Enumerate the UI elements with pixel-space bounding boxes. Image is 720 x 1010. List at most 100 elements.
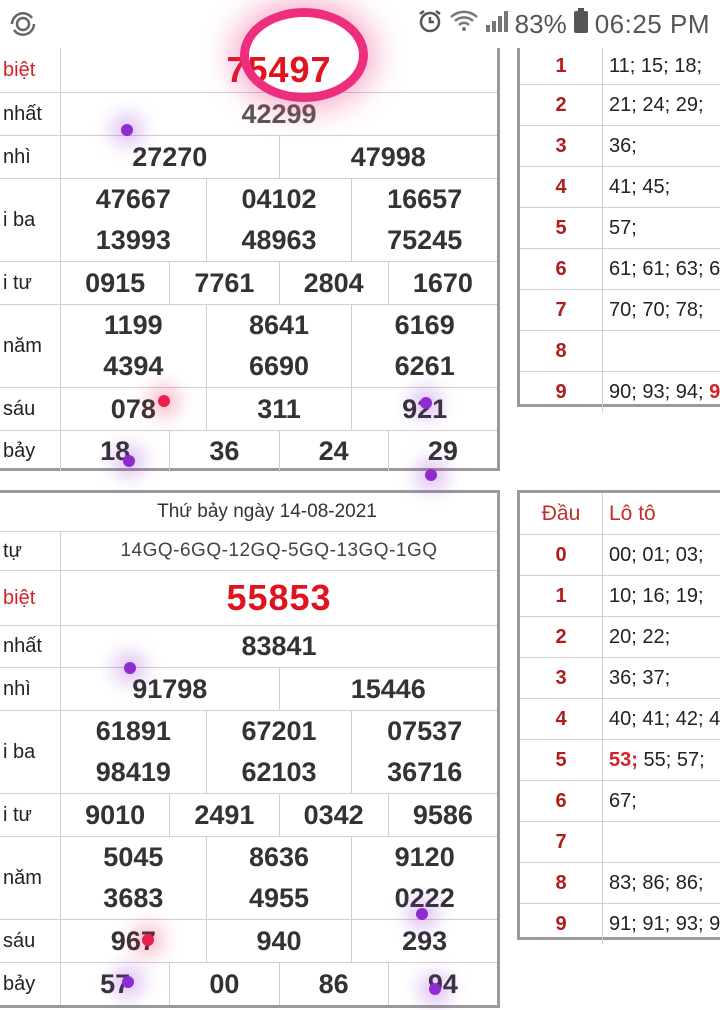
- prize-label: sáu: [0, 388, 61, 430]
- prize-number: 47667: [61, 179, 207, 220]
- loto-numbers: 57;: [609, 216, 637, 239]
- prize-row-fifth: năm 5045 8636 9120 3683 4955 0222: [0, 837, 497, 920]
- prize-number: 83841: [241, 631, 317, 661]
- loto-head-digit: 0: [520, 535, 603, 575]
- prize-number: 1199: [61, 305, 207, 346]
- prize-row-seventh: bảy 57 00 86 94: [0, 963, 497, 1005]
- prize-row-fourth: i tư 0915 7761 2804 1670: [0, 262, 497, 305]
- loto-numbers: 11; 15; 18;: [609, 54, 703, 77]
- loto-row: 2 20; 22;: [520, 617, 720, 658]
- prize-label: biệt: [0, 48, 61, 92]
- loto-row: 1 11; 15; 18;: [520, 48, 720, 85]
- prize-number: 8641: [207, 305, 353, 346]
- prize-label: nhất: [0, 93, 61, 135]
- loto-head-digit: 2: [520, 617, 603, 657]
- prize-number: 15446: [350, 673, 426, 704]
- loto-header-numbers: Lô tô: [609, 501, 656, 525]
- prize-row-fourth: i tư 9010 2491 0342 9586: [0, 794, 497, 837]
- prize-label: nhất: [0, 626, 61, 667]
- prize-row-third: i ba 61891 67201 07537 98419 62103 36716: [0, 711, 497, 794]
- prize-number: 078: [61, 388, 207, 430]
- prize-number: 13993: [61, 220, 207, 261]
- loto-numbers-text: 55; 57;: [643, 748, 705, 771]
- prize-number: 967: [61, 920, 207, 962]
- prize-label: nhì: [0, 136, 61, 178]
- prize-number: 5045: [61, 837, 207, 878]
- loto-table-bottom: Đầu Lô tô 0 00; 01; 03; 1 10; 16; 19; 2 20; …: [517, 490, 720, 944]
- loto-head-digit: 1: [520, 48, 603, 84]
- loto-row: 9 91; 91; 93; 9: [520, 904, 720, 944]
- prize-label: bảy: [0, 431, 61, 472]
- prize-number: 98419: [61, 752, 207, 793]
- prize-row-seventh: bảy 18 36 24 29: [0, 431, 497, 472]
- loto-header-digit: Đầu: [520, 493, 603, 534]
- wifi-icon: [449, 9, 479, 40]
- prize-label: năm: [0, 837, 61, 919]
- prize-row-second: nhì 27270 47998: [0, 136, 497, 179]
- prize-number: 6261: [394, 351, 455, 381]
- loto-row: 3 36;: [520, 126, 720, 167]
- loto-numbers: 91; 91; 93; 9: [609, 912, 720, 935]
- prize-number: 75245: [387, 225, 463, 255]
- clock: 06:25 PM: [594, 8, 710, 39]
- loto-numbers-text: 90; 93; 94;: [609, 380, 704, 403]
- signal-icon: [485, 9, 509, 40]
- prize-label: i ba: [0, 711, 61, 793]
- loto-head-digit: 5: [520, 208, 603, 248]
- prize-row-second: nhì 91798 15446: [0, 668, 497, 711]
- loto-numbers: 90; 93; 94; 9: [603, 372, 720, 412]
- prize-number: 293: [402, 925, 448, 956]
- prize-number: 9120: [394, 842, 455, 872]
- loto-row: 4 40; 41; 42; 4: [520, 699, 720, 740]
- prize-number: 4394: [61, 346, 207, 387]
- prize-number: 07537: [387, 716, 463, 746]
- loto-numbers: 20; 22;: [609, 625, 671, 648]
- loto-row: 6 61; 61; 63; 6: [520, 249, 720, 290]
- prize-number: 36716: [387, 757, 463, 787]
- loto-table-top: 1 11; 15; 18; 2 21; 24; 29; 3 36; 4 41; 45; …: [517, 48, 720, 412]
- draw-date: Thứ bảy ngày 14-08-2021: [0, 493, 497, 532]
- prize-number: 86: [280, 963, 389, 1005]
- prize-label: sáu: [0, 920, 61, 962]
- loto-numbers: 21; 24; 29;: [609, 93, 704, 116]
- prize-number: 8636: [207, 837, 353, 878]
- loto-row: 4 41; 45;: [520, 167, 720, 208]
- loto-head-digit: 9: [520, 372, 603, 412]
- prize-number: 2804: [280, 262, 389, 304]
- prize-row-special: biệt 75497: [0, 48, 497, 93]
- prize-number: 67201: [207, 711, 353, 752]
- results-table-top: biệt 75497 nhất 42299 nhì 27270 47998 i …: [0, 48, 500, 472]
- prize-number: 2491: [170, 794, 280, 836]
- loto-row: 9 90; 93; 94; 9: [520, 372, 720, 412]
- loto-row: 7: [520, 822, 720, 863]
- loto-head-digit: 6: [520, 249, 603, 289]
- prize-number: 57: [61, 963, 171, 1005]
- prize-number: 91798: [61, 668, 280, 710]
- loto-head-digit: 4: [520, 167, 603, 207]
- prize-number: 48963: [207, 220, 353, 261]
- loto-numbers: 83; 86; 86;: [609, 871, 704, 894]
- prize-row-sixth: sáu 078 311 921: [0, 388, 497, 431]
- prize-row-special: biệt 55853: [0, 571, 497, 626]
- loto-row: 5 57;: [520, 208, 720, 249]
- sync-icon: [8, 10, 38, 38]
- draw-codes: 14GQ-6GQ-12GQ-5GQ-13GQ-1GQ: [120, 540, 438, 561]
- loto-row: 3 36; 37;: [520, 658, 720, 699]
- loto-row: 7 70; 70; 78;: [520, 290, 720, 331]
- battery-percent: 83%: [514, 8, 567, 39]
- loto-numbers: 36;: [609, 134, 637, 157]
- prize-number: 0915: [61, 262, 171, 304]
- prize-row-first: nhất 42299: [0, 93, 497, 136]
- loto-row: 5 53; 55; 57;: [520, 740, 720, 781]
- battery-icon: [573, 7, 589, 41]
- loto-numbers: [603, 331, 720, 371]
- prize-label: i tư: [0, 262, 61, 304]
- prize-number: 00: [170, 963, 280, 1005]
- prize-number: 47998: [350, 141, 426, 172]
- loto-numbers: 61; 61; 63; 6: [609, 257, 720, 280]
- prize-row-sixth: sáu 967 940 293: [0, 920, 497, 963]
- loto-head-digit: 9: [520, 904, 603, 944]
- loto-head-digit: 2: [520, 85, 603, 125]
- prize-number: 9586: [412, 799, 473, 830]
- loto-highlight-number: 9: [709, 380, 720, 403]
